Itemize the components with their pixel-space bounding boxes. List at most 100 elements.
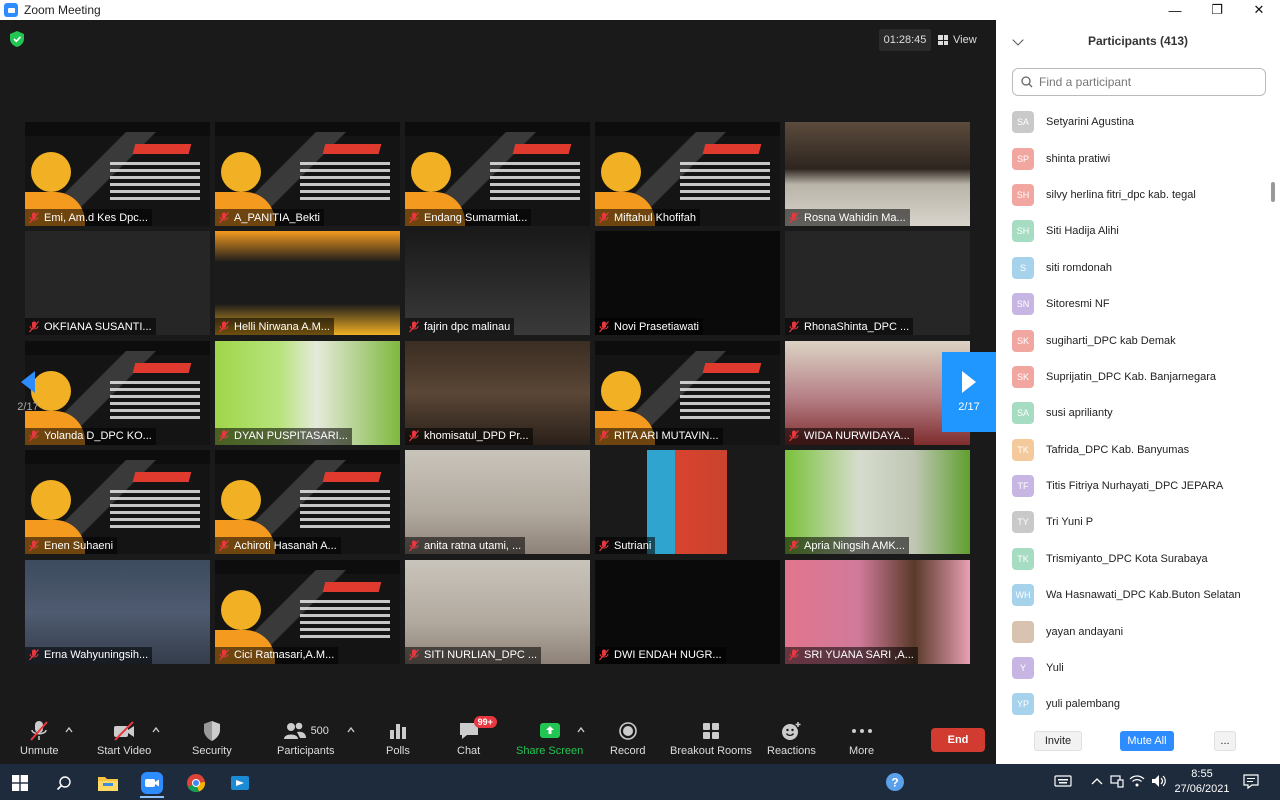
participant-video-tile[interactable]: Enen Suhaeni [25, 450, 210, 555]
meeting-toolbar: Unmute Start Video Security 500 Particip… [0, 704, 996, 764]
participant-list-item[interactable]: SA Setyarini Agustina [1012, 104, 1268, 140]
participant-list-item[interactable]: SA susi aprilianty [1012, 395, 1268, 431]
participant-list-item[interactable]: TK Tafrida_DPC Kab. Banyumas [1012, 432, 1268, 468]
participant-name: DYAN PUSPITASARI... [234, 430, 348, 443]
participant-search-input[interactable] [1039, 75, 1259, 89]
participant-video-tile[interactable]: Cici Ratnasari,A.M... [215, 559, 400, 664]
panel-more-button[interactable]: ... [1214, 731, 1236, 751]
taskbar-clock[interactable]: 8:55 27/06/2021 [1174, 767, 1230, 797]
invite-button[interactable]: Invite [1034, 731, 1082, 751]
scrollbar-thumb[interactable] [1271, 182, 1275, 202]
participant-video-tile[interactable]: fajrin dpc malinau [405, 231, 590, 336]
participants-button[interactable]: 500 Participants [277, 720, 334, 762]
share-options-chevron-icon[interactable] [577, 726, 585, 734]
participants-options-chevron-icon[interactable] [347, 726, 355, 734]
volume-tray-icon[interactable] [1150, 772, 1168, 790]
taskbar-file-explorer[interactable] [88, 768, 128, 798]
participant-list-item[interactable]: TK Trismiyanto_DPC Kota Surabaya [1012, 541, 1268, 577]
participant-video-tile[interactable]: Emi, Am.d Kes Dpc... [25, 122, 210, 226]
meeting-timer: 01:28:45 [879, 29, 931, 51]
minimize-icon[interactable]: — [1154, 0, 1196, 20]
participant-list-item[interactable]: SK Suprijatin_DPC Kab. Banjarnegara [1012, 359, 1268, 395]
unmute-button[interactable]: Unmute [20, 720, 59, 762]
participants-scrollbar[interactable] [1270, 104, 1276, 718]
muted-mic-icon [599, 430, 609, 442]
participant-list-item[interactable]: Ssiti romdonah [1012, 250, 1268, 286]
network-tray-icon[interactable] [1108, 772, 1126, 790]
participant-video-tile[interactable]: Achiroti Hasanah A... [215, 450, 400, 555]
participant-list-item[interactable]: TF Titis Fitriya Nurhayati_DPC JEPARA [1012, 468, 1268, 504]
participant-list-item[interactable]: SK sugiharti_DPC kab Demak [1012, 322, 1268, 358]
participant-list-name: Wa Hasnawati_DPC Kab.Buton Selatan [1046, 589, 1241, 602]
participant-list-item[interactable]: TY Tri Yuni P [1012, 504, 1268, 540]
taskbar-zoom[interactable] [132, 768, 172, 798]
notifications-tray-icon[interactable] [1242, 772, 1260, 790]
participant-video-tile[interactable]: OKFIANA SUSANTI... [25, 231, 210, 336]
polls-button[interactable]: Polls [386, 720, 410, 762]
end-meeting-button[interactable]: End [931, 728, 985, 752]
audio-options-chevron-icon[interactable] [65, 726, 73, 734]
more-button[interactable]: More [849, 720, 874, 762]
keyboard-tray-icon[interactable] [1054, 772, 1072, 790]
participant-list-item[interactable]: SH Siti Hadija Alihi [1012, 213, 1268, 249]
participant-video-tile[interactable]: SITI NURLIAN_DPC ... [405, 559, 590, 664]
participant-video-tile[interactable]: Apria Ningsih AMK... [785, 450, 970, 555]
participant-video-tile[interactable]: Rosna Wahidin Ma... [785, 122, 970, 226]
restore-icon[interactable]: ❐ [1196, 0, 1238, 20]
participant-list-item[interactable]: SH silvy herlina fitri_dpc kab. tegal [1012, 177, 1268, 213]
participant-name-label: Rosna Wahidin Ma... [785, 209, 910, 226]
taskbar-presentation-app[interactable] [220, 768, 260, 798]
next-page-button[interactable]: 2/17 [942, 352, 996, 432]
previous-page-button[interactable]: 2/17 [0, 352, 56, 432]
participant-video-tile[interactable]: A_PANITIA_Bekti [215, 122, 400, 226]
breakout-rooms-button[interactable]: Breakout Rooms [670, 720, 752, 762]
view-button[interactable]: View [938, 29, 990, 51]
participant-video-tile[interactable]: Erna Wahyuningsih... [25, 559, 210, 664]
participant-video-tile[interactable]: Miftahul Khofifah [595, 122, 780, 226]
participant-video-tile[interactable]: Endang Sumarmiat... [405, 122, 590, 226]
chrome-icon [187, 774, 206, 793]
start-button[interactable] [0, 768, 40, 798]
participant-list-item[interactable]: YP yuli palembang [1012, 686, 1268, 722]
participant-video-tile[interactable]: Helli Nirwana A.M... [215, 231, 400, 336]
close-icon[interactable]: ✕ [1238, 0, 1280, 20]
taskbar-search-button[interactable] [44, 768, 84, 798]
video-options-chevron-icon[interactable] [152, 726, 160, 734]
participant-video-tile[interactable]: RhonaShinta_DPC ... [785, 231, 970, 336]
start-video-button[interactable]: Start Video [97, 720, 151, 762]
participant-video-tile[interactable]: DYAN PUSPITASARI... [215, 340, 400, 445]
participant-list-item[interactable]: yayan andayani [1012, 613, 1268, 649]
participant-list-item[interactable]: SP shinta pratiwi [1012, 140, 1268, 176]
help-tray-icon[interactable]: ? [884, 771, 906, 793]
wifi-tray-icon[interactable] [1128, 772, 1146, 790]
record-button[interactable]: Record [610, 720, 645, 762]
security-button[interactable]: Security [192, 720, 232, 762]
show-hidden-icons[interactable] [1088, 772, 1106, 790]
share-screen-button[interactable]: Share Screen [516, 720, 583, 762]
participant-video-tile[interactable]: Sutriani [595, 450, 780, 555]
participants-list: SA Setyarini Agustina SP shinta pratiwi SH si… [1012, 104, 1268, 723]
participant-video-tile[interactable]: SRI YUANA SARI ,A... [785, 559, 970, 664]
participant-list-item[interactable]: Y Yuli [1012, 650, 1268, 686]
participant-list-item[interactable]: SN Sitoresmi NF [1012, 286, 1268, 322]
participant-name: WIDA NURWIDAYA... [804, 430, 910, 443]
mute-all-button[interactable]: Mute All [1120, 731, 1174, 751]
encryption-shield-icon[interactable] [10, 31, 24, 47]
page-indicator-left: 2/17 [17, 401, 39, 413]
participant-list-item[interactable]: WH Wa Hasnawati_DPC Kab.Buton Selatan [1012, 577, 1268, 613]
participant-video-tile[interactable]: anita ratna utami, ... [405, 450, 590, 555]
participant-name-label: fajrin dpc malinau [405, 318, 515, 336]
taskbar-chrome[interactable] [176, 768, 216, 798]
reactions-button[interactable]: Reactions [767, 720, 816, 762]
participants-panel-header: Participants (413) [996, 20, 1280, 62]
reactions-label: Reactions [767, 745, 816, 757]
participant-video-tile[interactable]: Novi Prasetiawati [595, 231, 780, 336]
participant-list-name: yuli palembang [1046, 698, 1120, 711]
participant-name-label: Erna Wahyuningsih... [25, 646, 153, 664]
share-screen-label: Share Screen [516, 745, 584, 757]
chat-button[interactable]: 99+ Chat [457, 716, 497, 762]
participant-list-name: siti romdonah [1046, 261, 1113, 274]
participant-video-tile[interactable]: khomisatul_DPD Pr... [405, 340, 590, 445]
participant-video-tile[interactable]: RITA ARI MUTAVIN... [595, 340, 780, 445]
participant-video-tile[interactable]: DWI ENDAH NUGR... [595, 559, 780, 664]
